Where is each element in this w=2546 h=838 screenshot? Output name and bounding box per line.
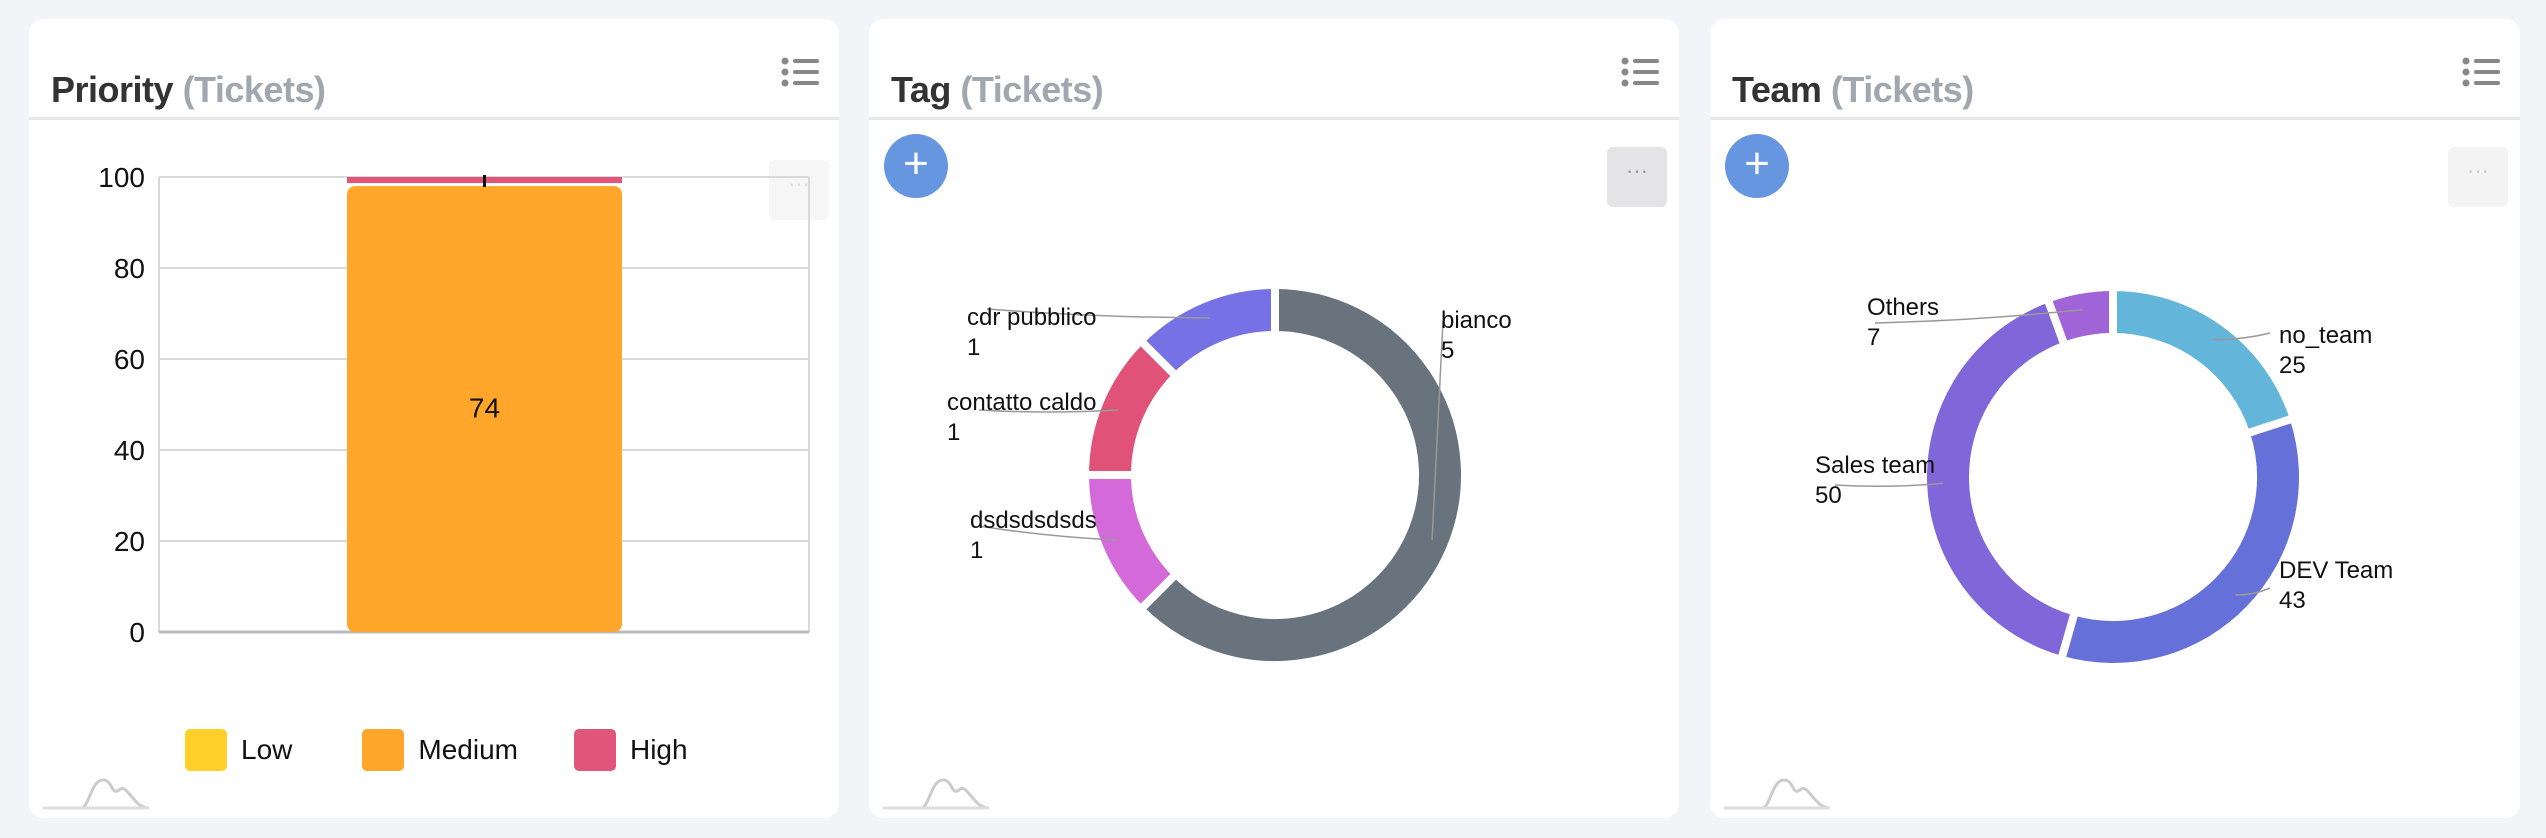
priority-bar-chart: 0 20 40 60 80 100 74 — [98, 162, 810, 648]
y-tick-label: 0 — [129, 617, 145, 648]
donut-slice-no_team — [2109, 283, 2298, 438]
slice-label: Sales team — [1815, 452, 1935, 479]
priority-panel: Priority (Tickets) ··· 0 20 40 60 80 100 74 Lo… — [29, 19, 839, 818]
slice-label: dsdsdsdsds — [970, 507, 1097, 534]
slice-value: 1 — [947, 419, 960, 446]
legend-item-high[interactable]: High — [573, 729, 688, 771]
legend: Low Medium High — [185, 729, 688, 771]
slice-value: 43 — [2279, 587, 2306, 614]
slice-label: contatto caldo — [947, 389, 1096, 416]
slice-value: 25 — [2279, 352, 2306, 379]
slice-value: 7 — [1867, 324, 1880, 351]
donut-slice-sales-team — [1919, 294, 2079, 664]
mountain-logo-icon — [1724, 778, 1831, 810]
legend-swatch — [573, 729, 616, 771]
data-label: 74 — [469, 393, 500, 424]
donut-slice-dsdsdsdsds — [1081, 471, 1181, 614]
slice-label: Others — [1867, 294, 1939, 321]
legend-item-medium[interactable]: Medium — [362, 729, 518, 771]
y-tick-label: 100 — [98, 162, 145, 193]
slice-label: no_team — [2279, 322, 2372, 349]
mountain-logo-icon — [43, 778, 150, 810]
y-tick-label: 60 — [114, 344, 145, 375]
y-tick-label: 40 — [114, 435, 145, 466]
donut-slice-cdr-pubblico — [1136, 281, 1279, 381]
legend-label: Low — [241, 734, 293, 765]
slice-value: 50 — [1815, 482, 1842, 509]
slice-label: DEV Team — [2279, 557, 2393, 584]
legend-label: Medium — [418, 734, 518, 765]
tag-donut-chart: bianco 5 dsdsdsdsds 1 contatto caldo 1 cdr pub… — [947, 281, 1512, 669]
mountain-logo-icon — [883, 778, 990, 810]
y-tick-label: 80 — [114, 253, 145, 284]
slice-value: 1 — [967, 334, 980, 361]
slice-value: 1 — [970, 537, 983, 564]
legend-label: High — [629, 734, 688, 765]
legend-swatch — [362, 729, 405, 771]
slice-label: cdr pubblico — [967, 304, 1096, 331]
slice-label: bianco — [1441, 307, 1512, 334]
tag-panel: Tag (Tickets) + ··· bianco 5 dsdsdsdsds 1 co… — [869, 19, 1679, 818]
donut-slice-others — [2043, 283, 2117, 350]
y-tick-label: 20 — [114, 526, 145, 557]
team-donut-chart: no_team 25 DEV Team 43 Sales team 50 Others 7 — [1815, 283, 2393, 671]
slice-value: 5 — [1441, 337, 1454, 364]
legend-item-low[interactable]: Low — [185, 729, 292, 771]
team-panel: Team (Tickets) + ··· no_team 25 DEV Team 43… — [1710, 19, 2520, 818]
legend-swatch — [185, 729, 227, 771]
donut-slice-dev-team — [2057, 414, 2307, 671]
